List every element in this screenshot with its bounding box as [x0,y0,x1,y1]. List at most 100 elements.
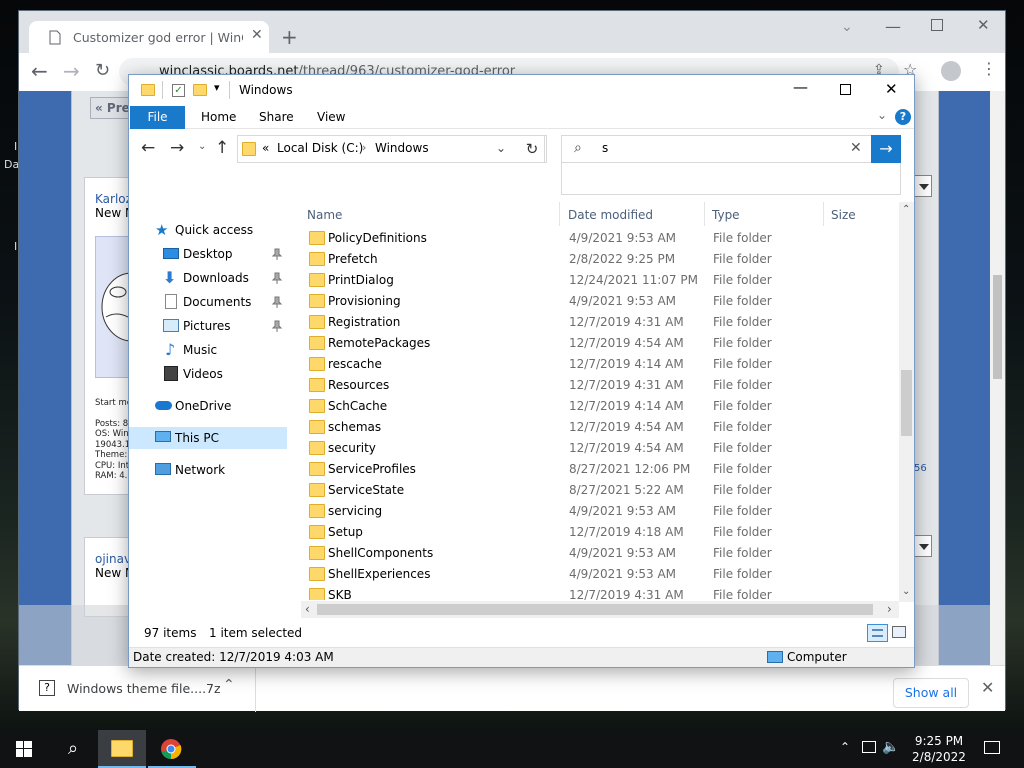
search-go-button[interactable]: → [871,135,901,163]
large-icons-view-icon[interactable] [892,626,906,638]
file-row[interactable]: SchCache 12/7/2019 4:14 AM File folder [301,396,899,417]
file-row[interactable]: Provisioning 4/9/2021 9:53 AM File folder [301,291,899,312]
refresh-button[interactable]: ↻ [518,135,547,163]
file-row[interactable]: Setup 12/7/2019 4:18 AM File folder [301,522,899,543]
browser-tab[interactable]: Customizer god error | WinClassic ✕ [29,21,269,53]
new-tab-icon[interactable]: + [281,25,298,49]
clear-search-icon[interactable]: ✕ [850,140,862,156]
scroll-down-icon[interactable]: ⌄ [902,586,910,597]
scrollbar-thumb[interactable] [317,604,873,615]
tab-share[interactable]: Share [259,110,294,124]
maximize-icon[interactable] [931,19,943,31]
file-row[interactable]: PolicyDefinitions 4/9/2021 9:53 AM File fo… [301,228,899,249]
back-icon[interactable]: ← [141,138,155,158]
breadcrumb-windows[interactable]: Windows [375,141,429,155]
page-scrollbar-thumb[interactable] [993,275,1002,379]
nav-videos[interactable]: Videos [129,363,287,385]
file-row[interactable]: ServiceState 8/27/2021 5:22 AM File folder [301,480,899,501]
file-row[interactable]: security 12/7/2019 4:54 AM File folder [301,438,899,459]
minimize-icon[interactable]: — [793,78,808,96]
column-divider[interactable] [704,202,705,226]
pin-icon[interactable] [272,296,282,308]
post-options-dropdown[interactable] [914,175,932,197]
forward-icon[interactable]: → [170,138,184,158]
scroll-left-icon[interactable]: ‹ [305,602,310,616]
file-row[interactable]: ServiceProfiles 8/27/2021 12:06 PM File fo… [301,459,899,480]
nav-network[interactable]: Network [129,459,287,481]
file-list-horizontal-scrollbar[interactable]: ‹ › [301,601,899,618]
column-header-size[interactable]: Size [831,208,856,222]
help-icon[interactable]: ? [895,109,911,125]
file-row[interactable]: Resources 12/7/2019 4:31 AM File folder [301,375,899,396]
file-row[interactable]: PrintDialog 12/24/2021 11:07 PM File folde… [301,270,899,291]
show-all-button[interactable]: Show all [893,678,969,708]
close-tab-icon[interactable]: ✕ [251,27,263,43]
network-status-icon[interactable] [862,741,876,753]
chevron-up-icon[interactable]: ⌃ [223,677,235,693]
profile-avatar-icon[interactable] [941,61,961,81]
file-list-vertical-scrollbar[interactable]: ⌃ ⌄ [899,202,914,602]
nav-onedrive[interactable]: OneDrive [129,395,287,417]
address-bar[interactable]: « Local Disk (C:) › Windows ⌄ [237,135,545,163]
volume-muted-icon[interactable]: 🔈 [882,739,899,755]
tab-file[interactable]: File [130,106,185,129]
maximize-icon[interactable] [840,84,851,95]
show-hidden-icons-icon[interactable]: ⌃ [840,740,850,754]
nav-music[interactable]: ♪ Music [129,339,287,361]
close-icon[interactable]: ✕ [885,80,898,98]
close-window-icon[interactable]: ✕ [977,16,990,34]
file-row[interactable]: Registration 12/7/2019 4:31 AM File folder [301,312,899,333]
file-row[interactable]: SKB 12/7/2019 4:31 AM File folder [301,585,899,600]
search-box[interactable]: ⌕ s ✕ [561,135,901,163]
tab-view[interactable]: View [317,110,345,124]
post-link-fragment[interactable]: 56 [914,463,927,474]
nav-pictures[interactable]: Pictures [129,315,287,337]
start-button[interactable] [0,730,46,768]
file-row[interactable]: RemotePackages 12/7/2019 4:54 AM File fold… [301,333,899,354]
tab-search-icon[interactable]: ⌄ [841,19,853,35]
nav-documents[interactable]: Documents [129,291,287,313]
column-header-name[interactable]: Name [307,208,342,222]
file-row[interactable]: servicing 4/9/2021 9:53 AM File folder [301,501,899,522]
address-overflow-chevrons[interactable]: « [262,141,269,155]
taskbar-file-explorer[interactable] [98,730,146,768]
column-header-type[interactable]: Type [712,208,740,222]
post-options-dropdown[interactable] [914,535,932,557]
properties-check-icon[interactable]: ✓ [172,84,185,97]
nav-this-pc[interactable]: This PC [129,427,287,449]
taskbar-chrome[interactable] [148,730,196,768]
pin-icon[interactable] [272,272,282,284]
tab-home[interactable]: Home [201,110,236,124]
reload-icon[interactable]: ↻ [95,60,110,81]
address-dropdown-icon[interactable]: ⌄ [496,141,506,155]
expand-ribbon-icon[interactable]: ⌄ [877,108,887,122]
nav-downloads[interactable]: ⬇ Downloads [129,267,287,289]
new-folder-icon[interactable] [193,84,207,96]
search-input[interactable]: s [602,141,608,155]
page-scrollbar[interactable] [990,91,1005,665]
up-icon[interactable]: ↑ [215,138,229,158]
file-row[interactable]: Prefetch 2/8/2022 9:25 PM File folder [301,249,899,270]
column-divider[interactable] [559,202,560,226]
file-row[interactable]: schemas 12/7/2019 4:54 AM File folder [301,417,899,438]
forward-icon[interactable]: → [63,59,80,83]
nav-desktop[interactable]: Desktop [129,243,287,265]
download-filename[interactable]: Windows theme file....7z [67,681,221,696]
back-icon[interactable]: ← [31,59,48,83]
details-view-button[interactable] [867,624,888,642]
minimize-icon[interactable]: — [885,17,901,36]
recent-locations-icon[interactable]: ⌄ [198,141,206,152]
scroll-right-icon[interactable]: › [887,602,892,616]
search-taskbar-button[interactable]: ⌕ [50,730,96,768]
column-header-date[interactable]: Date modified [568,208,653,222]
scrollbar-thumb[interactable] [901,370,912,436]
breadcrumb-local-disk[interactable]: Local Disk (C:) [277,141,363,155]
action-center-icon[interactable] [984,741,1000,754]
close-download-bar-icon[interactable]: ✕ [981,678,994,697]
pin-icon[interactable] [272,248,282,260]
file-row[interactable]: ShellComponents 4/9/2021 9:53 AM File fold… [301,543,899,564]
file-row[interactable]: rescache 12/7/2019 4:14 AM File folder [301,354,899,375]
column-divider[interactable] [823,202,824,226]
pin-icon[interactable] [272,320,282,332]
scroll-up-icon[interactable]: ⌃ [902,204,910,215]
